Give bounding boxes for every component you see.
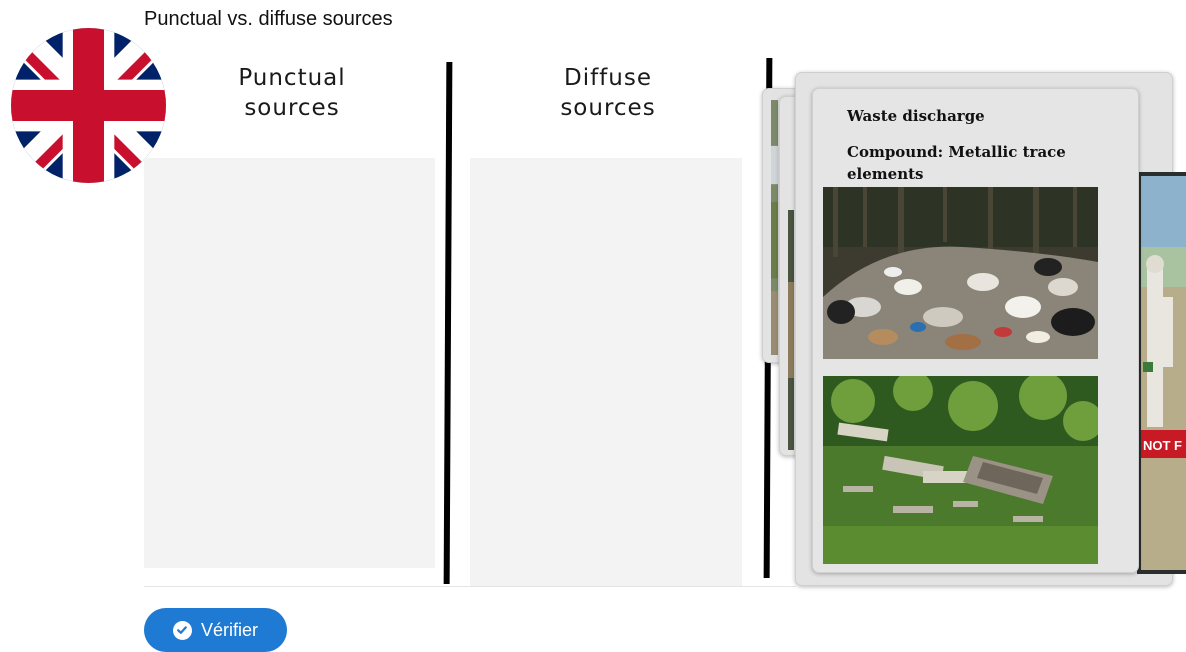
page-title: Punctual vs. diffuse sources (144, 8, 393, 30)
divider-line (144, 586, 796, 587)
column-header-punctual: Punctual sources (238, 65, 346, 121)
verify-button[interactable]: Vérifier (144, 608, 287, 652)
card-sign-text: NOT F (1143, 438, 1182, 453)
drop-zone-diffuse[interactable] (470, 158, 742, 586)
column-header-diffuse: Diffuse sources (560, 65, 656, 121)
card-photo-edge (788, 210, 794, 450)
uk-flag-icon[interactable] (11, 28, 166, 183)
card-photo-hazmat-worker: NOT F (1137, 172, 1186, 574)
card-photo-waste-dump (823, 187, 1098, 359)
card-title: Waste discharge (847, 107, 985, 125)
card-compound: Compound: Metallic trace elements (847, 143, 1066, 183)
check-circle-icon (172, 620, 192, 640)
drop-zone-punctual[interactable] (144, 158, 435, 568)
column-divider (443, 61, 453, 585)
card-photo-forest-debris (823, 376, 1098, 564)
card-photo-edge (771, 100, 778, 355)
draggable-card-waste-discharge[interactable]: Waste discharge Compound: Metallic trace… (812, 88, 1139, 573)
verify-button-label: Vérifier (200, 619, 258, 640)
